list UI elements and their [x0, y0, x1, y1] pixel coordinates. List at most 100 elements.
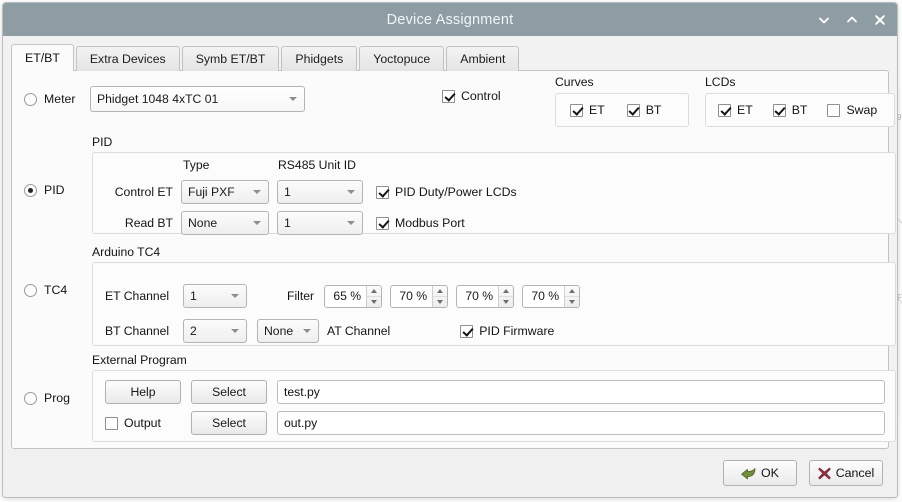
pid-control-et-label: Control ET	[114, 185, 173, 199]
output-checkbox[interactable]: Output	[105, 416, 181, 430]
tab-yoctopuce[interactable]: Yoctopuce	[359, 46, 445, 71]
pid-control-et-unit-combobox[interactable]: 1	[277, 180, 363, 204]
spinner-up-icon[interactable]	[565, 286, 579, 296]
cancel-button[interactable]: Cancel	[809, 460, 883, 486]
curves-et-checkbox-box	[570, 103, 583, 117]
tc4-filter-spinner-3[interactable]: 70 %	[456, 284, 515, 308]
modbus-port-label: Modbus Port	[395, 216, 465, 230]
tc4-filter-spinner-3-buttons	[498, 285, 514, 307]
help-button[interactable]: Help	[105, 380, 181, 404]
lcds-bt-checkbox-box	[772, 103, 786, 117]
window-title: Device Assignment	[386, 11, 514, 28]
spinner-down-icon[interactable]	[433, 295, 448, 307]
tab-symb-et-bt[interactable]: Symb ET/BT	[181, 46, 280, 71]
chevron-down-icon	[347, 220, 356, 226]
spinner-down-icon[interactable]	[367, 295, 382, 307]
tc4-et-channel-combobox[interactable]: 1	[183, 284, 247, 308]
curves-bt-checkbox[interactable]: BT	[626, 103, 661, 117]
cancel-x-icon	[818, 467, 831, 480]
pid-control-et-type-combobox[interactable]: Fuji PXF	[181, 180, 269, 204]
tab-ambient[interactable]: Ambient	[446, 46, 520, 71]
external-program-group: Help Select test.py Output Select out.py	[92, 370, 896, 442]
tc4-filter-value-2: 70 %	[399, 289, 428, 303]
radio-tc4[interactable]: TC4	[24, 283, 90, 297]
tc4-bt-channel-row: BT Channel 2 None AT Channel PID Firmwar…	[105, 319, 554, 343]
pid-control-et-row: Control ET Fuji PXF 1 PID Duty/Power LCD…	[103, 180, 517, 204]
radio-tc4-label: TC4	[44, 283, 68, 297]
pid-duty-power-lcds-checkbox[interactable]: PID Duty/Power LCDs	[376, 185, 517, 199]
spinner-up-icon[interactable]	[499, 286, 513, 296]
tc4-filter-spinner-4[interactable]: 70 %	[522, 284, 581, 308]
spinner-down-icon[interactable]	[565, 295, 580, 307]
tc4-filter-value-4: 70 %	[531, 289, 560, 303]
tc4-at-channel-combobox[interactable]: None	[257, 319, 319, 343]
pid-read-bt-type-value: None	[188, 216, 218, 230]
window-controls	[817, 13, 887, 27]
spinner-down-icon[interactable]	[499, 295, 514, 307]
radio-meter[interactable]: Meter	[24, 92, 90, 106]
lcds-group-title: LCDs	[705, 75, 736, 89]
program-path-input[interactable]: test.py	[277, 380, 885, 404]
tc4-bt-channel-combobox[interactable]: 2	[183, 319, 247, 343]
output-path-input[interactable]: out.py	[277, 411, 885, 435]
tc4-bt-channel-label: BT Channel	[105, 324, 170, 338]
radio-pid[interactable]: PID	[24, 183, 90, 197]
meter-device-combobox[interactable]: Phidget 1048 4xTC 01	[90, 86, 305, 112]
tc4-filter-spinner-4-buttons	[564, 285, 580, 307]
tab-page-et-bt: Meter Phidget 1048 4xTC 01 Control Curve…	[11, 70, 896, 449]
pid-type-column-header: Type	[183, 158, 210, 172]
spinner-up-icon[interactable]	[433, 286, 447, 296]
tc4-filter-value-3: 70 %	[465, 289, 494, 303]
lcds-et-checkbox[interactable]: ET	[718, 103, 753, 117]
modbus-port-checkbox[interactable]: Modbus Port	[376, 216, 465, 230]
curves-et-label: ET	[589, 103, 605, 117]
select-program-button[interactable]: Select	[191, 380, 267, 404]
tab-et-bt[interactable]: ET/BT	[11, 44, 74, 71]
external-program-row-2: Output Select out.py	[105, 411, 885, 435]
curves-et-checkbox[interactable]: ET	[570, 103, 605, 117]
device-assignment-dialog: Device Assignment ET/BT Extra Devices Sy…	[2, 2, 898, 498]
control-checkbox[interactable]: Control	[442, 89, 501, 103]
chevron-down-icon	[253, 220, 262, 226]
tc4-at-channel-value: None	[264, 324, 294, 338]
radio-pid-indicator	[24, 183, 37, 197]
radio-prog[interactable]: Prog	[24, 391, 90, 405]
lcds-swap-checkbox[interactable]: Swap	[827, 103, 877, 117]
minimize-icon[interactable]	[817, 13, 831, 27]
chevron-down-icon	[231, 328, 240, 334]
pid-read-bt-type-combobox[interactable]: None	[181, 211, 269, 235]
pid-read-bt-unit-combobox[interactable]: 1	[277, 211, 363, 235]
maximize-icon[interactable]	[845, 13, 859, 27]
pid-read-bt-row: Read BT None 1 Modbus Port	[103, 211, 465, 235]
curves-group: ET BT	[555, 93, 689, 127]
pid-read-bt-unit-value: 1	[284, 216, 291, 230]
close-icon[interactable]	[873, 13, 887, 27]
radio-meter-indicator	[24, 92, 37, 106]
tab-extra-devices[interactable]: Extra Devices	[75, 46, 180, 71]
lcds-bt-label: BT	[791, 103, 808, 117]
curves-group-title: Curves	[555, 75, 594, 89]
tab-phidgets[interactable]: Phidgets	[281, 46, 358, 71]
tc4-at-channel-label: AT Channel	[327, 324, 391, 338]
lcds-bt-checkbox[interactable]: BT	[772, 103, 808, 117]
chevron-down-icon	[303, 328, 312, 334]
ok-button[interactable]: OK	[723, 460, 797, 486]
tc4-filter-value-1: 65 %	[333, 289, 362, 303]
spinner-up-icon[interactable]	[367, 286, 381, 296]
meter-device-value: Phidget 1048 4xTC 01	[97, 92, 219, 106]
pid-unit-id-column-header: RS485 Unit ID	[278, 158, 356, 172]
pid-group-title: PID	[92, 135, 113, 149]
pid-duty-power-lcds-label: PID Duty/Power LCDs	[395, 185, 517, 199]
tc4-filter-spinner-2[interactable]: 70 %	[390, 284, 449, 308]
output-checkbox-label: Output	[124, 416, 161, 430]
lcds-et-label: ET	[737, 103, 753, 117]
tc4-filter-spinner-1[interactable]: 65 %	[324, 284, 383, 308]
pid-group: Type RS485 Unit ID Control ET Fuji PXF 1…	[92, 152, 896, 235]
cancel-button-label: Cancel	[835, 466, 875, 480]
radio-prog-indicator	[24, 391, 37, 405]
radio-pid-label: PID	[44, 183, 65, 197]
output-checkbox-box	[105, 416, 118, 430]
select-output-button[interactable]: Select	[191, 411, 267, 435]
pid-firmware-checkbox[interactable]: PID Firmware	[460, 324, 554, 338]
tc4-et-channel-value: 1	[190, 289, 197, 303]
